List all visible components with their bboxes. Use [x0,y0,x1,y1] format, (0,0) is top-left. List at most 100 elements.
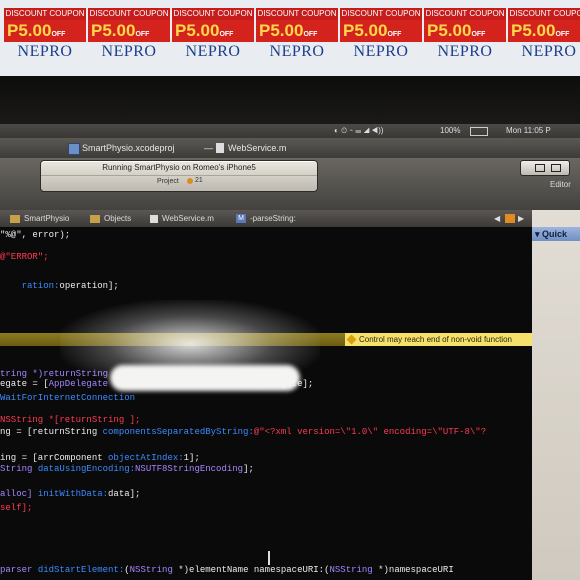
discount-coupon: DISCOUNT COUPONP5.00OFFNEPRO [256,8,338,60]
code-token: *)elementName [172,565,254,575]
coupon-amount-value: P5.00 [343,21,388,40]
project-label: Project [157,178,179,185]
discount-coupon: DISCOUNT COUPONP5.00OFFNEPRO [340,8,422,60]
disclosure-triangle-icon[interactable]: ▾ [535,229,540,239]
utilities-panel [532,210,580,580]
code-token: String [0,464,38,474]
monitor-bezel [0,76,580,126]
screen-glare-spot [110,365,300,391]
code-line[interactable]: String dataUsingEncoding:NSUTF8StringEnc… [0,464,254,475]
issue-count[interactable]: 21 [195,177,203,184]
coupon-off: OFF [387,31,402,38]
code-line[interactable]: ng = [returnString componentsSeparatedBy… [0,427,486,438]
warning-message[interactable]: Control may reach end of non-void functi… [345,333,532,346]
discount-coupon: DISCOUNT COUPONP5.00OFFNEPRO [508,8,580,60]
menu-bar: ◐ ⏲ ⌁ ☰ ◢ ◀)) 100% Mon 11:05 P [0,124,580,138]
issue-navigator-icon[interactable] [505,214,515,223]
source-file-icon [150,215,158,223]
coupon-amount: P5.00OFF [4,20,86,42]
coupon-amount-value: P5.00 [175,21,220,40]
coupon-banner: ✂ DISCOUNT COUPONP5.00OFFNEPRODISCOUNT C… [0,0,580,76]
coupon-off: OFF [471,31,486,38]
coupon-amount: P5.00OFF [508,20,580,42]
discount-coupon: DISCOUNT COUPONP5.00OFFNEPRO [172,8,254,60]
discount-coupon: DISCOUNT COUPONP5.00OFFNEPRO [4,8,86,60]
standard-editor-icon[interactable] [535,164,545,172]
quick-help-header[interactable]: ▾ Quick [532,227,580,241]
jumpbar-item-project[interactable]: SmartPhysio [24,210,69,227]
editor-label: Editor [550,180,571,189]
coupon-amount-value: P5.00 [7,21,52,40]
activity-divider [41,175,317,176]
code-token: NSUTF8StringEncoding [135,464,244,474]
previous-issue-icon[interactable]: ◀ [494,210,500,227]
jumpbar-item-file[interactable]: WebService.m [162,210,214,227]
code-token: *)namespaceURI [372,565,454,575]
coupon-amount-value: P5.00 [259,21,304,40]
warning-text: Control may reach end of non-void functi… [359,335,512,344]
code-line[interactable]: alloc] initWithData:data]; [0,489,140,500]
code-line[interactable]: ration:operation]; [0,281,119,292]
code-token: componentsSeparatedByString: [102,427,254,437]
method-icon: M [236,214,246,223]
coupon-header: DISCOUNT COUPON [508,8,580,20]
code-token: ration: [0,281,60,291]
assistant-editor-icon[interactable] [551,164,561,172]
code-line[interactable]: ing = [arrComponent objectAtIndex:1]; [0,453,200,464]
code-token: NSString [129,565,173,575]
coupon-amount-value: P5.00 [427,21,472,40]
xcodeproj-icon [68,143,80,155]
coupon-amount: P5.00OFF [88,20,170,42]
quick-help-label: Quick [542,229,568,239]
coupon-off: OFF [51,31,66,38]
code-line-method-signature[interactable]: parser didStartElement:(NSString *)eleme… [0,565,454,576]
battery-icon [470,127,488,136]
code-token: namespaceURI: [253,565,325,575]
coupon-amount: P5.00OFF [256,20,338,42]
code-token: operation]; [59,281,119,291]
code-token: @"ERROR"; [0,252,49,262]
code-token: @"<?xml version=\"1.0\" encoding=\"UTF-8… [253,427,487,437]
code-line[interactable]: NSString *[returnString ]; [0,415,140,426]
code-token: dataUsingEncoding: [37,464,136,474]
code-line[interactable]: WaitForInternetConnection [0,393,135,404]
coupon-amount-value: P5.00 [91,21,136,40]
status-icons: ◐ ⏲ ⌁ ☰ ◢ ◀)) [334,126,384,135]
current-file-name: WebService.m [228,143,287,153]
code-token: alloc] [0,489,38,499]
coupon-brand: NEPRO [185,43,241,60]
code-token: initWithData: [37,489,109,499]
coupon-header: DISCOUNT COUPON [172,8,254,20]
issue-warning-icon[interactable] [187,178,193,184]
coupon-header: DISCOUNT COUPON [424,8,506,20]
editor-segmented-control[interactable] [520,160,570,176]
code-token: ]; [243,464,254,474]
coupon-off: OFF [555,31,570,38]
coupon-brand: NEPRO [437,43,493,60]
text-cursor [268,551,270,565]
project-file-name: SmartPhysio.xcodeproj [82,143,175,153]
code-token: WaitForInternetConnection [0,393,136,403]
folder-icon [10,215,20,223]
next-issue-icon[interactable]: ▶ [518,210,524,227]
code-token: egate = [ [0,379,49,389]
code-token: data]; [108,489,141,499]
coupon-amount: P5.00OFF [340,20,422,42]
menu-clock[interactable]: Mon 11:05 P [506,124,551,138]
coupon-brand: NEPRO [17,43,73,60]
title-separator: — [204,143,213,153]
source-file-icon [216,143,224,153]
activity-status-text: Running SmartPhysio on Romeo's iPhone5 [102,163,256,172]
coupon-header: DISCOUNT COUPON [88,8,170,20]
code-line[interactable]: self]; [0,503,32,514]
code-token: objectAtIndex: [108,453,184,463]
code-line[interactable]: @"ERROR"; [0,252,49,263]
coupon-header: DISCOUNT COUPON [256,8,338,20]
discount-coupon: DISCOUNT COUPONP5.00OFF NEPRO [424,8,506,60]
coupon-brand: NEPRO [353,43,409,60]
code-line[interactable]: "%@", error); [0,230,70,241]
code-editor[interactable]: "%@", error); @"ERROR"; ration:operation]… [0,227,532,580]
jumpbar-item-method[interactable]: -parseString: [250,210,296,227]
jumpbar-item-group[interactable]: Objects [104,210,131,227]
battery-indicator[interactable]: 100% [440,124,460,138]
